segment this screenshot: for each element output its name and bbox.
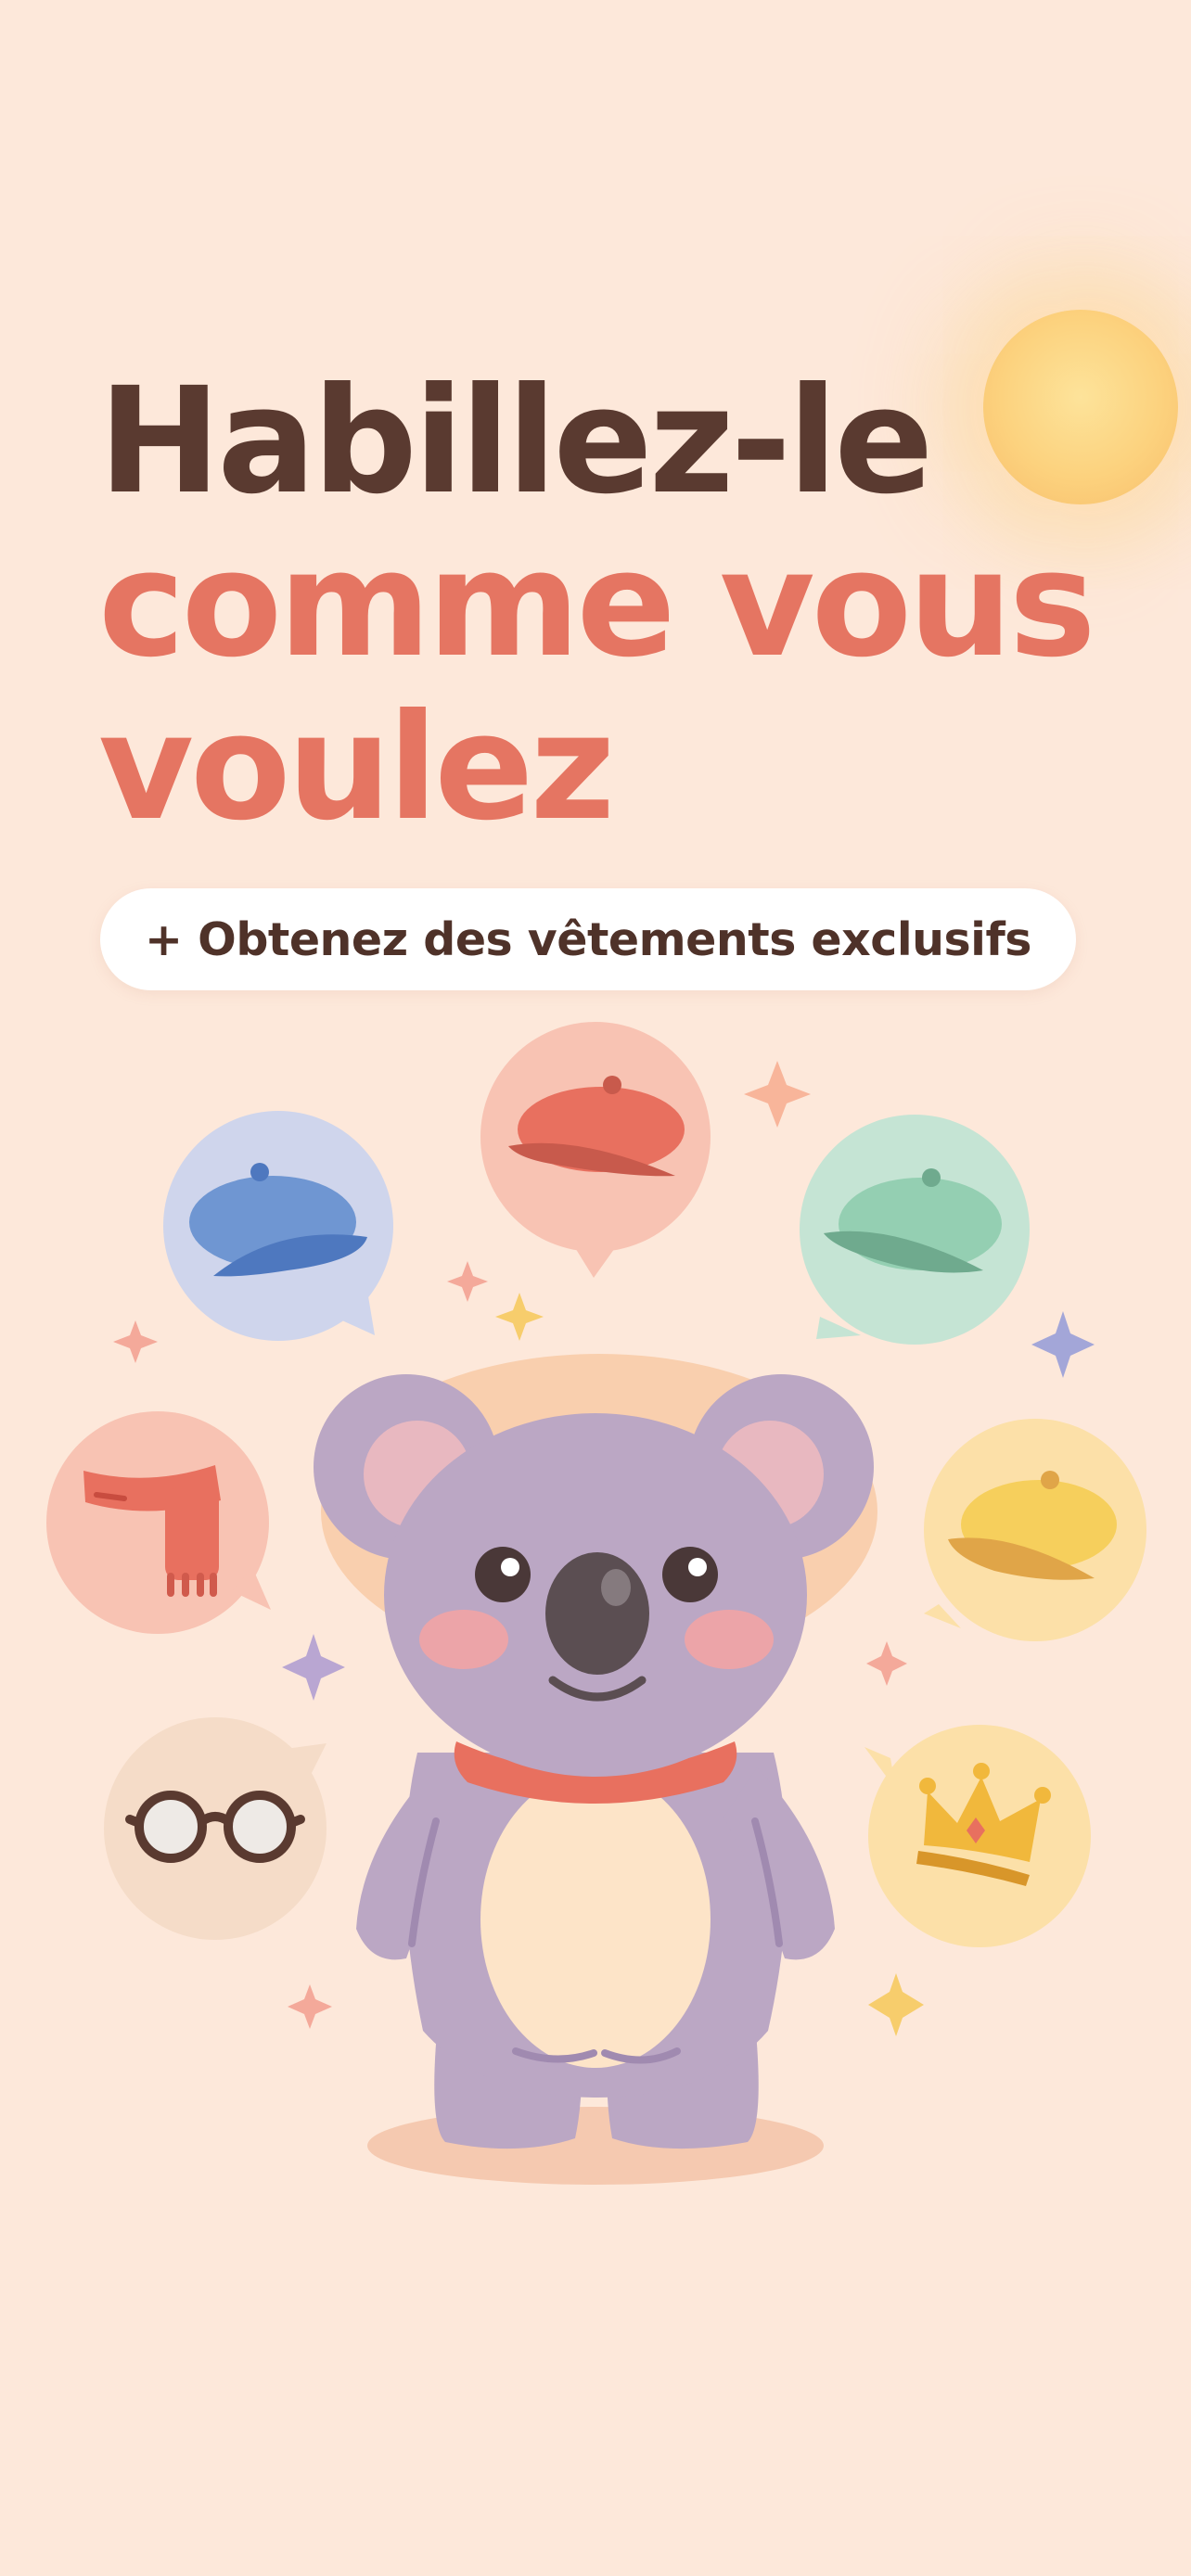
koala-wardrobe-illustration	[46, 1022, 1146, 2185]
bubble-glasses	[104, 1717, 327, 1940]
bubble-green-beret	[800, 1115, 1030, 1345]
koala-belly	[480, 1771, 711, 2068]
sparkle-icon	[495, 1293, 544, 1341]
sparkle-icon	[282, 1634, 345, 1701]
koala-nose	[545, 1552, 649, 1675]
koala-left-eye	[475, 1547, 531, 1602]
sparkle-icon	[744, 1061, 811, 1128]
sparkle-icon	[113, 1320, 158, 1363]
sparkle-icon	[868, 1973, 924, 2036]
bubble-crown	[864, 1725, 1091, 1947]
sparkle-icon	[288, 1984, 332, 2029]
koala-character	[314, 1354, 877, 2185]
sparkle-icon	[1031, 1311, 1095, 1378]
sparkle-icon	[447, 1261, 488, 1302]
koala-right-eye	[662, 1547, 718, 1602]
sparkle-icon	[866, 1641, 907, 1686]
onboarding-screen: Habillez-le comme vous voulez + Obtenez …	[0, 0, 1191, 2576]
bubble-yellow-beret	[924, 1419, 1146, 1641]
bubble-coral-beret	[480, 1022, 711, 1278]
bubble-blue-beret	[163, 1111, 393, 1341]
bubble-scarf	[46, 1411, 271, 1634]
